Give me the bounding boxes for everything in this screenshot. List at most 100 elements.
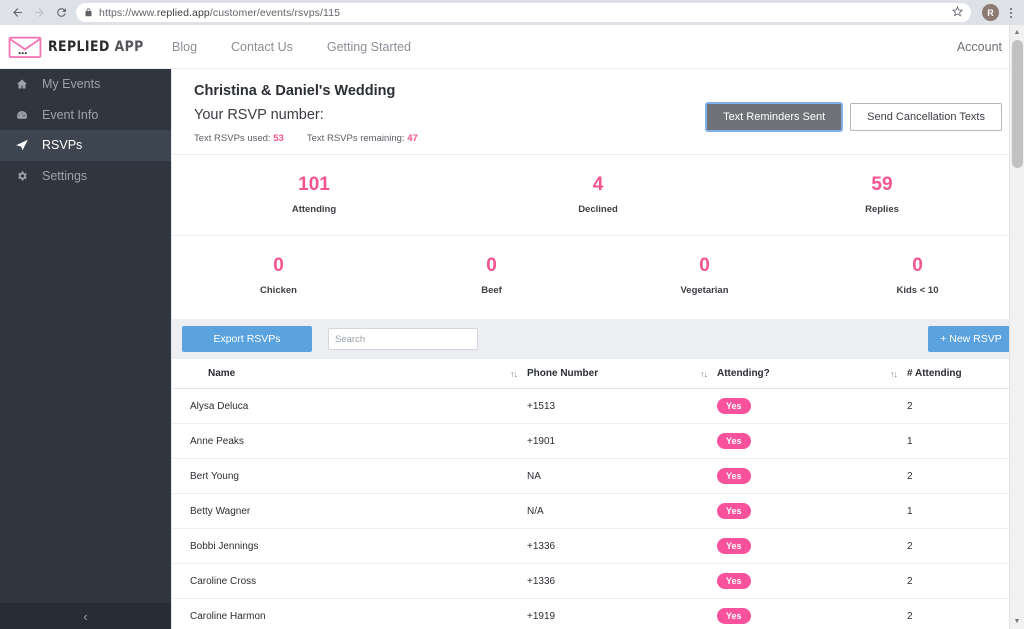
site-header: REPLIED APP Blog Contact Us Getting Star… — [0, 25, 1024, 69]
cell-num-attending: 1 — [907, 493, 1024, 529]
nav-link-contact-us[interactable]: Contact Us — [231, 40, 293, 54]
page-scrollbar[interactable]: ▲ ▼ — [1009, 25, 1024, 629]
search-input[interactable] — [328, 328, 478, 350]
avatar[interactable]: R — [982, 4, 999, 21]
reload-icon[interactable] — [50, 2, 72, 24]
sidebar-item-label: Settings — [42, 168, 88, 183]
star-icon[interactable] — [951, 5, 964, 20]
gear-icon — [12, 170, 32, 182]
usage-used-value: 53 — [273, 133, 284, 144]
sidebar-item-label: RSVPs — [42, 138, 83, 153]
cell-phone: +1336 — [527, 528, 717, 564]
stat-label: Kids < 10 — [896, 284, 939, 296]
export-rsvps-button[interactable]: Export RSVPs — [182, 326, 312, 352]
cell-attending: Yes — [717, 388, 907, 424]
column-header-num-attending[interactable]: # Attending — [907, 359, 1024, 389]
sort-icon[interactable]: ↑↓ — [700, 369, 717, 379]
status-badge: Yes — [717, 468, 751, 484]
send-cancellation-texts-button[interactable]: Send Cancellation Texts — [850, 103, 1002, 131]
stat-value: 0 — [912, 255, 923, 276]
stat-attending: 101 Attending — [172, 155, 456, 235]
new-rsvp-button[interactable]: + New RSVP — [928, 326, 1014, 352]
cell-num-attending: 2 — [907, 458, 1024, 494]
account-link[interactable]: Account — [957, 40, 1002, 54]
table-row[interactable]: Bobbi Jennings +1336 Yes 2 — [172, 528, 1024, 564]
kebab-menu-icon[interactable] — [1004, 6, 1018, 20]
table-row[interactable]: Caroline Cross +1336 Yes 2 — [172, 563, 1024, 599]
status-badge: Yes — [717, 608, 751, 624]
stat-label: Declined — [578, 203, 618, 215]
nav-link-getting-started[interactable]: Getting Started — [327, 40, 411, 54]
column-label: Name — [208, 368, 236, 379]
back-arrow-icon[interactable] — [6, 2, 28, 24]
cell-name: Betty Wagner — [172, 493, 527, 529]
address-bar[interactable]: https://www.replied.app/customer/events/… — [76, 3, 971, 22]
column-header-name[interactable]: Name ↑↓ — [172, 359, 527, 389]
sidebar: My Events Event Info RSVPs Settings ‹ — [0, 69, 171, 629]
usage-remaining-label: Text RSVPs remaining: — [306, 133, 405, 144]
sort-icon[interactable]: ↑↓ — [510, 369, 527, 379]
nav-link-blog[interactable]: Blog — [172, 40, 197, 54]
cell-name: Caroline Cross — [172, 563, 527, 599]
cell-name: Alysa Deluca — [172, 388, 527, 424]
cell-num-attending: 2 — [907, 563, 1024, 599]
column-header-attending[interactable]: Attending? ↑↓ — [717, 359, 907, 389]
status-badge: Yes — [717, 398, 751, 414]
table-header-row: Name ↑↓ Phone Number ↑↓ Attending? ↑↓ # … — [172, 359, 1024, 389]
cell-attending: Yes — [717, 423, 907, 459]
text-reminders-sent-button[interactable]: Text Reminders Sent — [705, 102, 844, 132]
header-actions: Text Reminders Sent Send Cancellation Te… — [705, 102, 1002, 132]
cell-attending: Yes — [717, 528, 907, 564]
table-row[interactable]: Caroline Harmon +1919 Yes 2 — [172, 598, 1024, 629]
scroll-down-arrow-icon[interactable]: ▼ — [1010, 614, 1024, 629]
sidebar-item-my-events[interactable]: My Events — [0, 69, 171, 100]
sidebar-item-settings[interactable]: Settings — [0, 161, 171, 192]
cell-phone: +1901 — [527, 423, 717, 459]
column-label: # Attending — [907, 368, 962, 379]
column-header-phone-number[interactable]: Phone Number ↑↓ — [527, 359, 717, 389]
table-row[interactable]: Alysa Deluca +1513 Yes 2 — [172, 388, 1024, 424]
summary-panel: Christina & Daniel's Wedding Your RSVP n… — [171, 69, 1024, 319]
sidebar-collapse-button[interactable]: ‹ — [0, 603, 171, 629]
scroll-up-arrow-icon[interactable]: ▲ — [1010, 25, 1024, 40]
cell-name: Caroline Harmon — [172, 598, 527, 629]
lock-icon — [84, 8, 93, 17]
cell-num-attending: 2 — [907, 598, 1024, 629]
table-row[interactable]: Anne Peaks +1901 Yes 1 — [172, 423, 1024, 459]
event-header: Christina & Daniel's Wedding Your RSVP n… — [172, 69, 1024, 154]
stat-label: Beef — [481, 284, 502, 296]
sidebar-item-event-info[interactable]: Event Info — [0, 100, 171, 131]
page-title: Christina & Daniel's Wedding — [194, 83, 396, 99]
url-domain: replied.app — [156, 6, 210, 19]
stat-replies: 59 Replies — [740, 155, 1024, 235]
table-row[interactable]: Bert Young NA Yes 2 — [172, 458, 1024, 494]
url-prefix: https://www. — [99, 6, 157, 19]
cell-name: Bert Young — [172, 458, 527, 494]
sidebar-item-label: Event Info — [42, 107, 99, 122]
url-text: https://www.replied.app/customer/events/… — [99, 7, 340, 19]
cell-phone: NA — [527, 458, 717, 494]
sidebar-item-rsvps[interactable]: RSVPs — [0, 130, 171, 161]
stat-beef: 0 Beef — [385, 236, 598, 319]
cell-name: Anne Peaks — [172, 423, 527, 459]
primary-stats-row: 101 Attending 4 Declined 59 Replies — [172, 154, 1024, 235]
dashboard-icon — [12, 109, 32, 121]
stat-label: Chicken — [260, 284, 297, 296]
table-row[interactable]: Betty Wagner N/A Yes 1 — [172, 493, 1024, 529]
usage-remaining-value: 47 — [407, 133, 418, 144]
rsvp-table-section: Export RSVPs + New RSVP Name ↑↓ — [171, 319, 1024, 629]
page-root: REPLIED APP Blog Contact Us Getting Star… — [0, 25, 1024, 629]
home-icon — [12, 78, 32, 90]
column-label: Attending? — [717, 368, 770, 379]
stat-label: Vegetarian — [680, 284, 729, 296]
brand-name-bold: REPLIED — [48, 38, 110, 55]
scrollbar-thumb[interactable] — [1012, 40, 1023, 168]
brand-name-light: APP — [114, 38, 144, 55]
sort-icon[interactable]: ↑↓ — [890, 369, 907, 379]
forward-arrow-icon[interactable] — [28, 2, 50, 24]
paper-plane-icon — [12, 138, 32, 152]
brand-logo[interactable]: REPLIED APP — [0, 34, 160, 60]
table-header: Name ↑↓ Phone Number ↑↓ Attending? ↑↓ # … — [172, 359, 1024, 389]
stat-value: 0 — [273, 255, 284, 276]
column-label: Phone Number — [527, 368, 599, 379]
